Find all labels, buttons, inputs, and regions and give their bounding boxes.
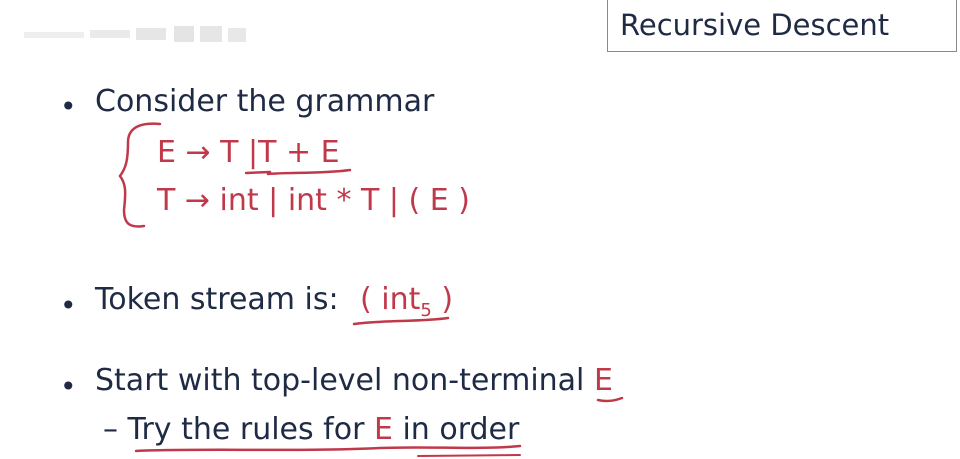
start-nonterminal-e: E xyxy=(593,363,613,398)
watermark-logo xyxy=(24,26,246,42)
ink-underline-t xyxy=(244,170,272,175)
bullet-marker: • xyxy=(60,289,77,322)
token-stream-open: ( int xyxy=(360,282,421,317)
bullet-start-nonterminal: Start with top-level non-terminal E xyxy=(95,363,613,398)
bullet-marker: • xyxy=(60,90,77,123)
sub-bullet-dash: – xyxy=(103,412,118,447)
sub-bullet-text-a: Try the rules for xyxy=(127,412,374,447)
sub-bullet-try-rules: – Try the rules for E in order xyxy=(103,412,519,447)
bullet-start-text: Start with top-level non-terminal xyxy=(95,363,585,398)
ink-underline-start-e xyxy=(596,396,624,403)
token-stream-subscript: 5 xyxy=(420,300,432,321)
ink-grammar-brace xyxy=(118,122,162,228)
ink-underline-t-plus-e xyxy=(266,168,352,176)
grammar-rule-e: E → T |T + E xyxy=(157,135,340,170)
ink-underline-sub-bullet-extra xyxy=(417,454,521,457)
slide-title-box: Recursive Descent xyxy=(607,0,957,52)
bullet-consider-grammar: Consider the grammar xyxy=(95,84,435,119)
bullet-marker: • xyxy=(60,370,77,403)
grammar-rule-t: T → int | int * T | ( E ) xyxy=(157,183,470,218)
sub-bullet-e: E xyxy=(373,412,393,447)
sub-bullet-text-b: in order xyxy=(392,412,520,447)
token-stream-value: ( int5 ) xyxy=(360,282,453,321)
slide-title: Recursive Descent xyxy=(620,8,890,42)
token-stream-close: ) xyxy=(431,282,454,317)
bullet-token-stream: Token stream is: xyxy=(95,282,339,317)
